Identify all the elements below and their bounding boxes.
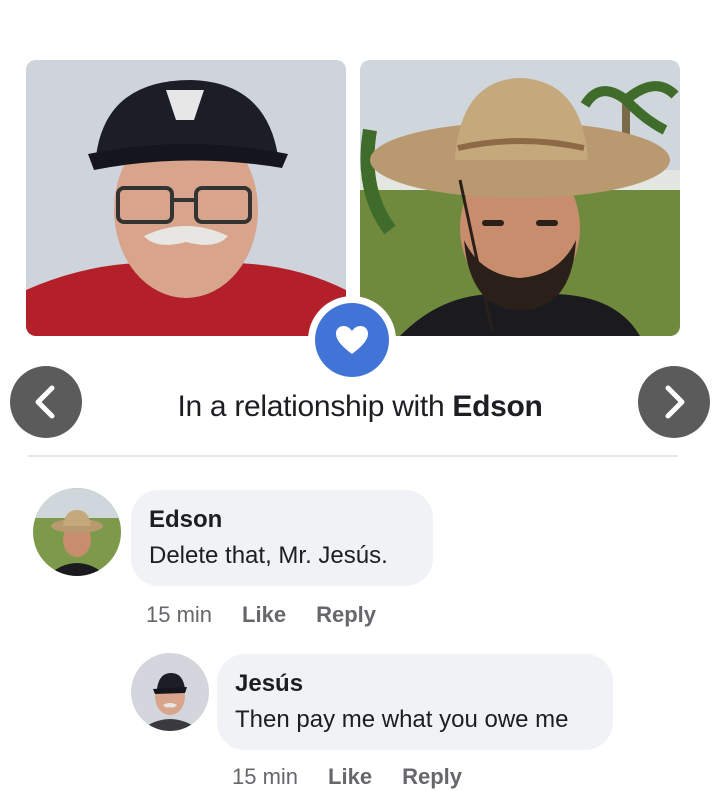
profile-photo-edson[interactable]: [360, 60, 680, 336]
comment-text: Delete that, Mr. Jesús.: [149, 542, 388, 569]
comment-bubble: Edson Delete that, Mr. Jesús.: [131, 490, 433, 586]
like-button[interactable]: Like: [328, 764, 372, 790]
older-man-photo: [26, 60, 346, 336]
reply-button[interactable]: Reply: [402, 764, 462, 790]
avatar-jesus[interactable]: [131, 653, 209, 731]
comment-timestamp[interactable]: 15 min: [232, 764, 298, 790]
profile-photo-jesus[interactable]: [26, 60, 346, 336]
relationship-partner[interactable]: Edson: [452, 390, 542, 423]
comment-author[interactable]: Jesús: [235, 670, 593, 698]
avatar-edson[interactable]: [33, 488, 121, 576]
relationship-heart-badge: [308, 296, 396, 384]
heart-badge-circle: [315, 303, 389, 377]
relationship-prefix: In a relationship with: [177, 390, 453, 423]
like-button[interactable]: Like: [242, 602, 286, 628]
heart-icon: [336, 326, 368, 354]
avatar-image: [33, 488, 121, 576]
comment-text: Then pay me what you owe me: [235, 706, 569, 733]
reply-button[interactable]: Reply: [316, 602, 376, 628]
young-man-photo: [360, 60, 680, 336]
comment-author[interactable]: Edson: [149, 506, 413, 534]
reply-bubble: Jesús Then pay me what you owe me: [217, 654, 613, 750]
comment-meta: 15 min Like Reply: [232, 764, 462, 790]
divider: [28, 455, 678, 457]
avatar-image: [131, 653, 209, 731]
comment-meta: 15 min Like Reply: [146, 602, 376, 628]
comment-timestamp[interactable]: 15 min: [146, 602, 212, 628]
relationship-status: In a relationship with Edson: [0, 390, 720, 424]
